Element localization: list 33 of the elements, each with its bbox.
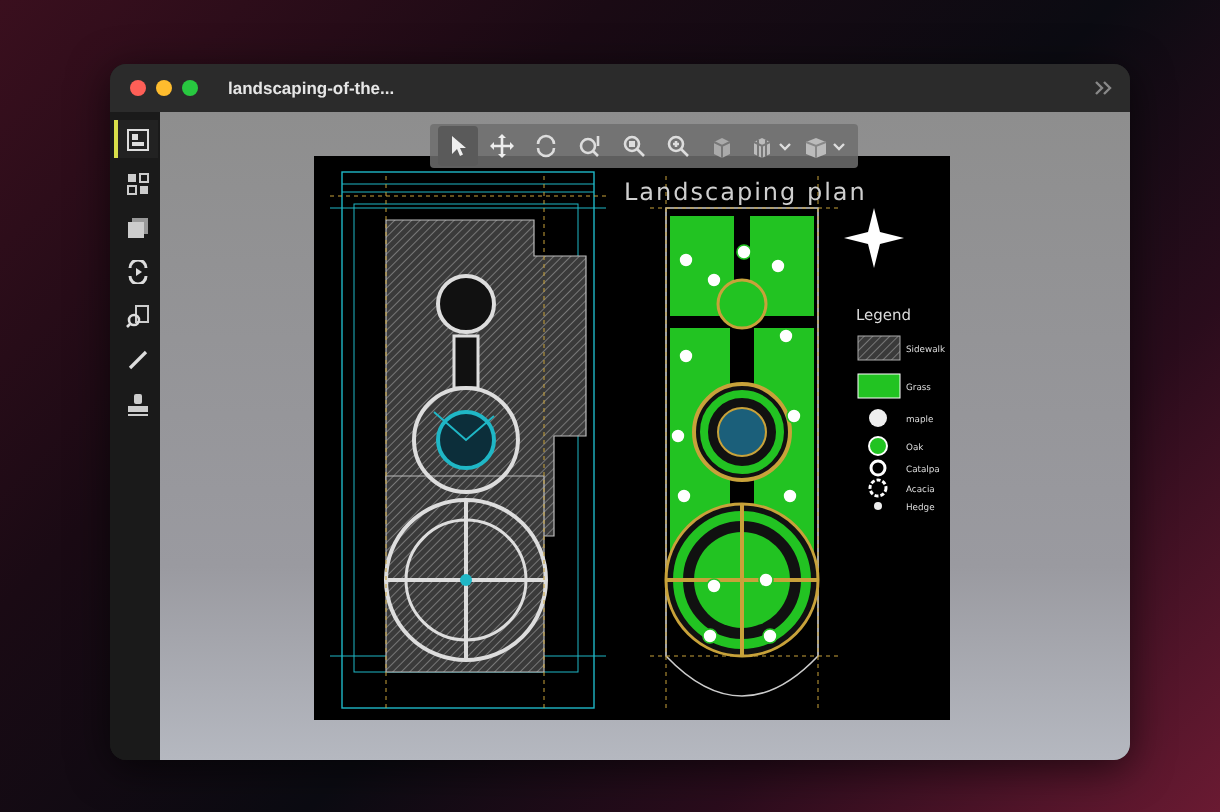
- box-icon: [804, 134, 828, 158]
- zoom-in-icon: [666, 134, 690, 158]
- zoom-extents-icon: [622, 134, 646, 158]
- sidebar-item[interactable]: [113, 120, 157, 158]
- sync-icon: [125, 259, 149, 283]
- pen-icon: [125, 347, 149, 371]
- cube-views-icon: [750, 134, 774, 158]
- close-button[interactable]: [130, 80, 146, 96]
- minimize-button[interactable]: [156, 80, 172, 96]
- move-icon: [490, 134, 514, 158]
- stamp-icon: [125, 391, 149, 415]
- hedge-symbol-icon: [874, 502, 882, 510]
- zoom-button[interactable]: [182, 80, 198, 96]
- acacia-symbol-icon: [868, 478, 888, 498]
- maple-symbol-icon: [869, 409, 887, 427]
- caret-icon: [778, 141, 792, 151]
- cube-icon: [710, 134, 734, 158]
- layout-icon: [125, 127, 149, 151]
- grid-icon: [125, 171, 149, 195]
- window-title: landscaping-of-the...: [228, 78, 397, 98]
- toolbar-button[interactable]: [438, 126, 478, 166]
- layers-icon: [125, 215, 149, 239]
- chevrons-icon[interactable]: [1094, 80, 1114, 96]
- pointer-icon: [446, 134, 470, 158]
- caret-icon: [832, 141, 846, 151]
- grass-swatch: [857, 373, 901, 399]
- compass-rose-icon: [844, 208, 904, 268]
- catalpa-symbol-icon: [869, 459, 887, 477]
- rotate-icon: [534, 134, 558, 158]
- drawing-title: Landscaping plan: [624, 178, 867, 206]
- hatch-swatch: [857, 335, 901, 361]
- zoom-window-icon: [578, 134, 602, 158]
- magnifier-page-icon: [125, 303, 149, 327]
